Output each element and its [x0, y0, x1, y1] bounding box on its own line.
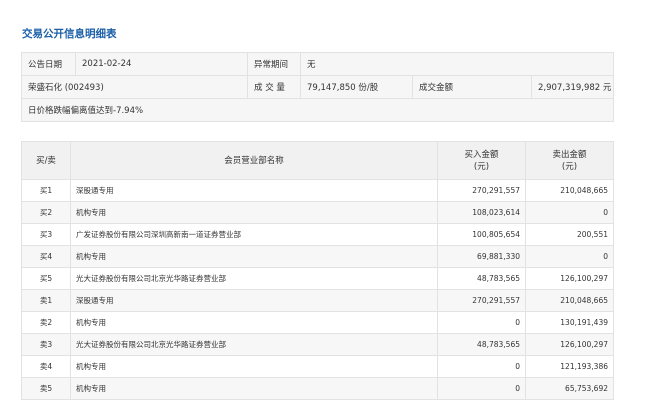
row-buy-amount: 0 — [437, 355, 526, 378]
header-buy-line2: (元) — [473, 161, 490, 172]
row-branch: 机构专用 — [70, 311, 438, 334]
header-sell-line2: (元) — [561, 161, 578, 172]
row-side: 买2 — [21, 201, 71, 224]
row-branch: 机构专用 — [70, 355, 438, 378]
row-branch: 光大证券股份有限公司北京光华路证券营业部 — [70, 267, 438, 290]
row-side: 买1 — [21, 179, 71, 202]
row-side: 买3 — [21, 223, 71, 246]
table-row: 卖4 机构专用 0 121,193,386 — [21, 355, 614, 378]
table-row: 卖3 光大证券股份有限公司北京光华路证券营业部 48,783,565 126,1… — [21, 333, 614, 356]
volume-value: 79,147,850 份/股 — [300, 75, 413, 99]
row-side: 卖5 — [21, 377, 71, 400]
abnormal-period-value: 无 — [300, 52, 614, 76]
row-side: 卖3 — [21, 333, 71, 356]
header-side: 买/卖 — [21, 141, 71, 180]
summary-row-date: 公告日期 2021-02-24 异常期间 无 — [21, 52, 614, 76]
summary-table: 公告日期 2021-02-24 异常期间 无 荣盛石化 (002493) 成 交… — [21, 52, 614, 122]
summary-row-reason: 日价格跌幅偏离值达到-7.94% — [21, 98, 614, 122]
header-sell: 卖出金额 (元) — [525, 141, 614, 180]
row-buy-amount: 0 — [437, 377, 526, 400]
amount-value: 2,907,319,982 元 — [531, 75, 614, 99]
table-row: 卖5 机构专用 0 65,753,692 — [21, 377, 614, 400]
row-sell-amount: 210,048,665 — [525, 289, 614, 312]
announce-date-label: 公告日期 — [21, 52, 76, 76]
table-row: 买4 机构专用 69,881,330 0 — [21, 245, 614, 268]
row-branch: 机构专用 — [70, 201, 438, 224]
row-sell-amount: 126,100,297 — [525, 267, 614, 290]
row-sell-amount: 130,191,439 — [525, 311, 614, 334]
table-row: 买2 机构专用 108,023,614 0 — [21, 201, 614, 224]
table-row: 卖2 机构专用 0 130,191,439 — [21, 311, 614, 334]
table-row: 买5 光大证券股份有限公司北京光华路证券营业部 48,783,565 126,1… — [21, 267, 614, 290]
detail-header-row: 买/卖 会员营业部名称 买入金额 (元) 卖出金额 (元) — [21, 141, 614, 180]
detail-table: 买/卖 会员营业部名称 买入金额 (元) 卖出金额 (元) 买1 深股通专用 2… — [21, 141, 614, 400]
amount-label: 成交金额 — [412, 75, 532, 99]
row-buy-amount: 48,783,565 — [437, 267, 526, 290]
row-branch: 机构专用 — [70, 377, 438, 400]
row-side: 卖1 — [21, 289, 71, 312]
row-branch: 光大证券股份有限公司北京光华路证券营业部 — [70, 333, 438, 356]
row-branch: 广发证券股份有限公司深圳高新南一道证券营业部 — [70, 223, 438, 246]
row-buy-amount: 100,805,654 — [437, 223, 526, 246]
row-buy-amount: 108,023,614 — [437, 201, 526, 224]
header-sell-line1: 卖出金额 — [552, 149, 587, 160]
row-side: 买4 — [21, 245, 71, 268]
row-side: 卖4 — [21, 355, 71, 378]
reason-text: 日价格跌幅偏离值达到-7.94% — [21, 98, 614, 122]
abnormal-period-label: 异常期间 — [247, 52, 301, 76]
table-row: 卖1 深股通专用 270,291,557 210,048,665 — [21, 289, 614, 312]
table-row: 买3 广发证券股份有限公司深圳高新南一道证券营业部 100,805,654 20… — [21, 223, 614, 246]
header-branch: 会员营业部名称 — [70, 141, 438, 180]
row-buy-amount: 270,291,557 — [437, 289, 526, 312]
row-buy-amount: 0 — [437, 311, 526, 334]
page-title: 交易公开信息明细表 — [22, 28, 117, 40]
stock-name: 荣盛石化 (002493) — [21, 75, 248, 99]
row-buy-amount: 69,881,330 — [437, 245, 526, 268]
row-sell-amount: 121,193,386 — [525, 355, 614, 378]
row-sell-amount: 200,551 — [525, 223, 614, 246]
table-row: 买1 深股通专用 270,291,557 210,048,665 — [21, 179, 614, 202]
row-buy-amount: 270,291,557 — [437, 179, 526, 202]
row-side: 卖2 — [21, 311, 71, 334]
header-buy: 买入金额 (元) — [437, 141, 526, 180]
summary-row-stock: 荣盛石化 (002493) 成 交 量 79,147,850 份/股 成交金额 … — [21, 75, 614, 99]
row-buy-amount: 48,783,565 — [437, 333, 526, 356]
row-sell-amount: 65,753,692 — [525, 377, 614, 400]
row-branch: 机构专用 — [70, 245, 438, 268]
row-branch: 深股通专用 — [70, 179, 438, 202]
row-sell-amount: 0 — [525, 201, 614, 224]
row-sell-amount: 126,100,297 — [525, 333, 614, 356]
row-sell-amount: 210,048,665 — [525, 179, 614, 202]
header-buy-line1: 买入金额 — [464, 149, 499, 160]
volume-label: 成 交 量 — [247, 75, 301, 99]
row-side: 买5 — [21, 267, 71, 290]
row-branch: 深股通专用 — [70, 289, 438, 312]
row-sell-amount: 0 — [525, 245, 614, 268]
announce-date-value: 2021-02-24 — [75, 52, 248, 76]
